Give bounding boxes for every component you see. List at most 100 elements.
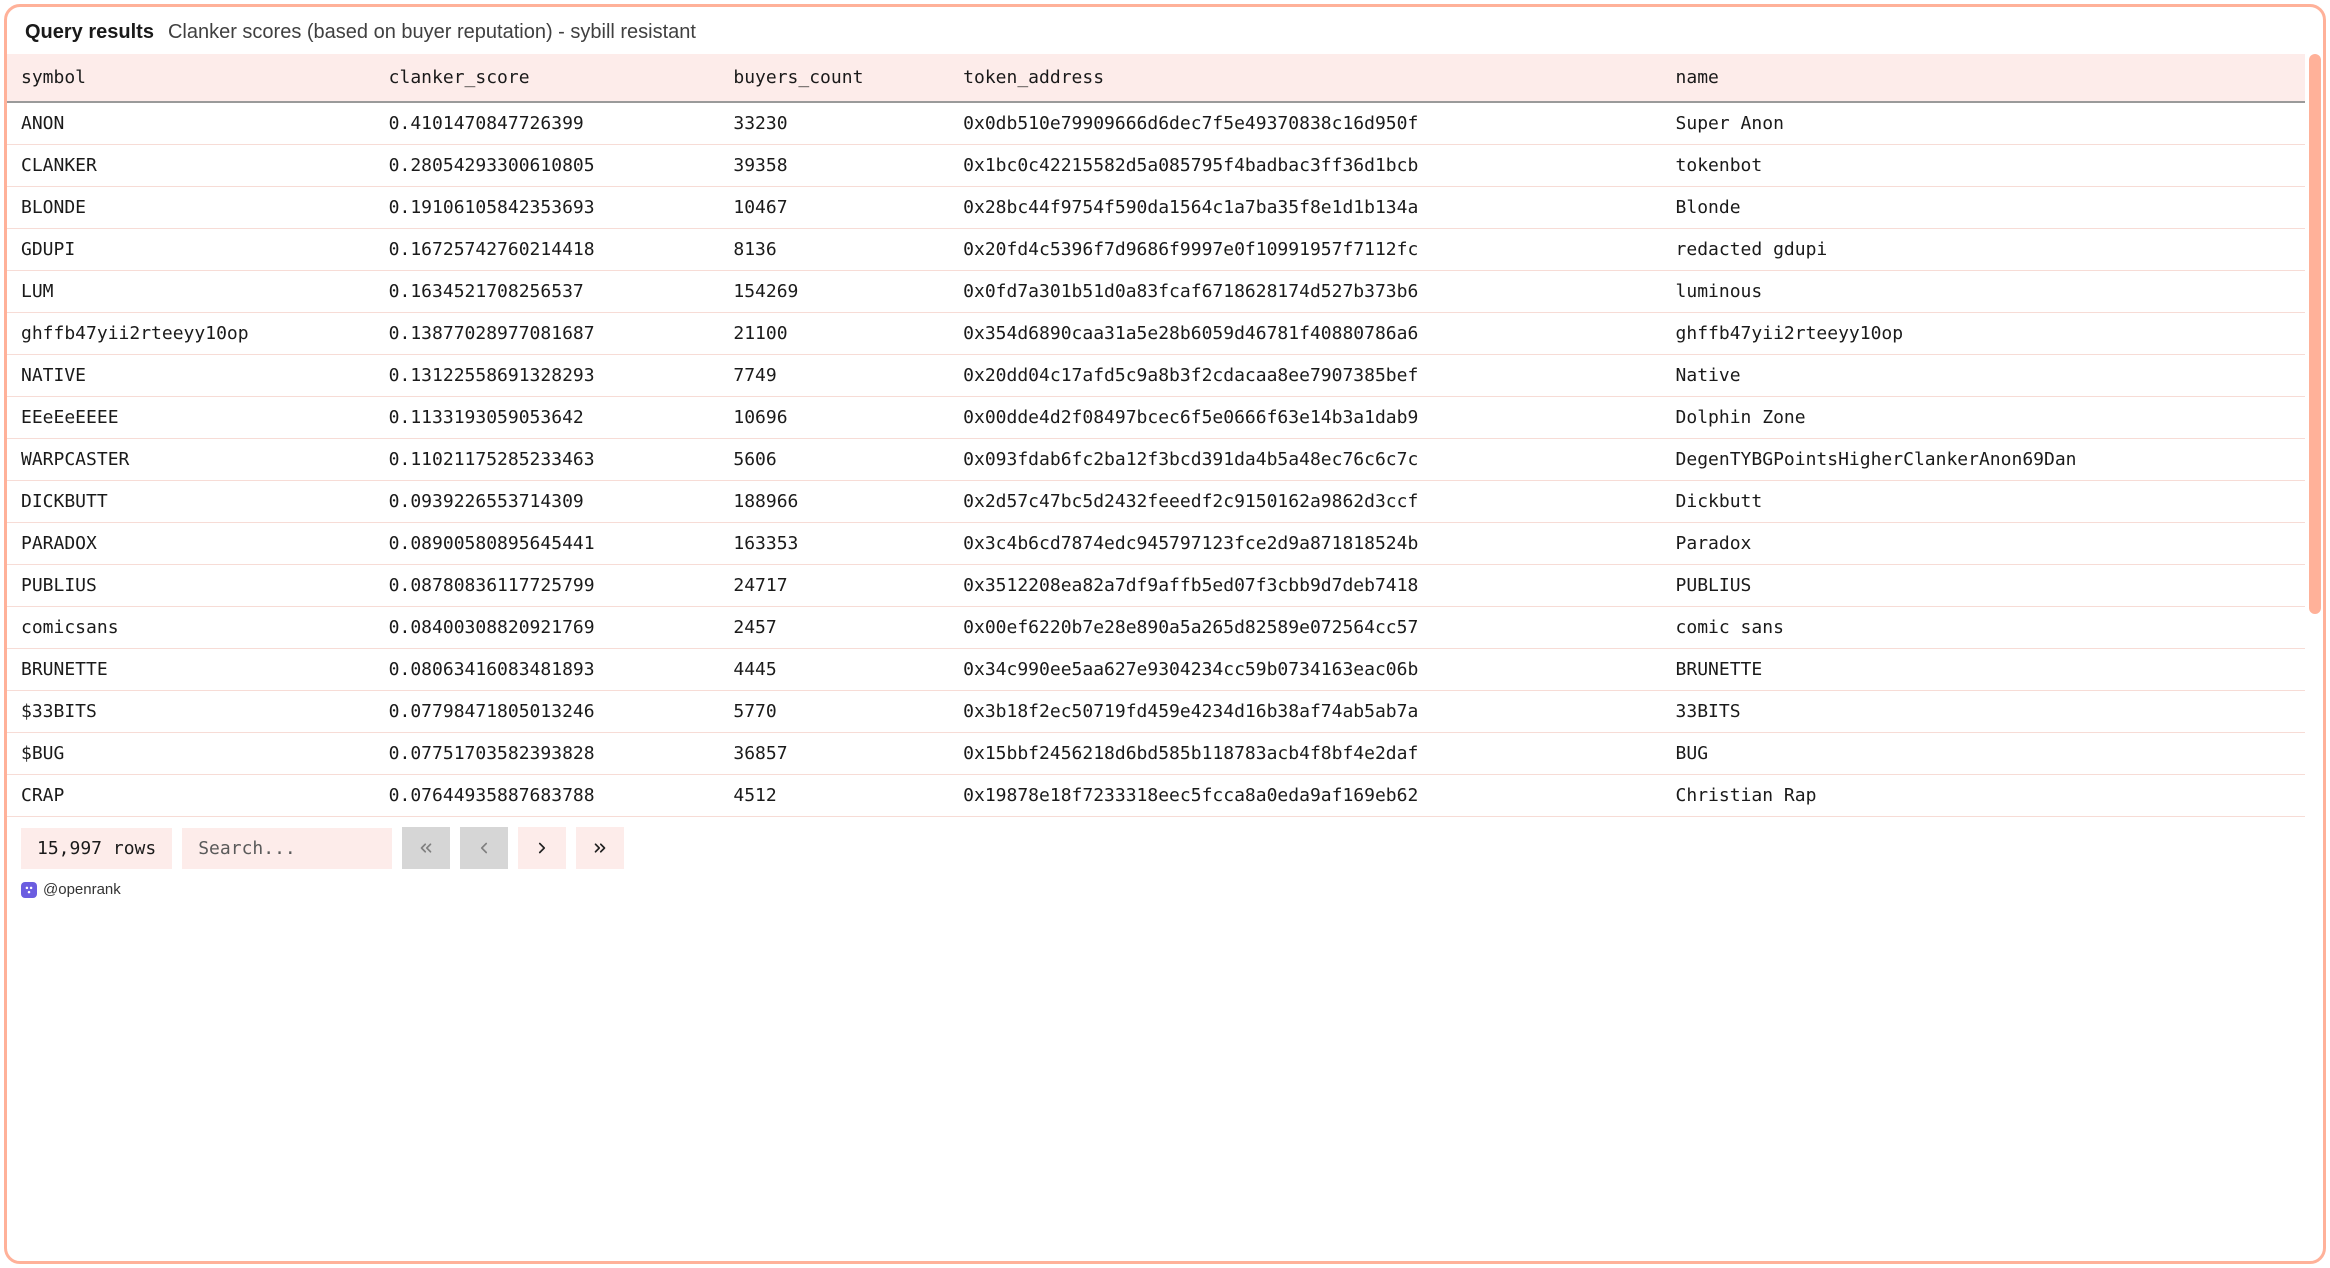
table-row[interactable]: LUM0.16345217082565371542690x0fd7a301b51…: [7, 271, 2305, 313]
cell-clanker_score: 0.11021175285233463: [375, 439, 720, 481]
cell-buyers_count: 154269: [719, 271, 949, 313]
cell-name: DegenTYBGPointsHigherClankerAnon69Dan: [1662, 439, 2305, 481]
table-row[interactable]: NATIVE0.1312255869132829377490x20dd04c17…: [7, 355, 2305, 397]
pager-next-button[interactable]: [518, 827, 566, 869]
credit-line: @openrank: [7, 875, 2323, 910]
cell-name: luminous: [1662, 271, 2305, 313]
table-row[interactable]: CRAP0.0764493588768378845120x19878e18f72…: [7, 775, 2305, 817]
table-container: symbol clanker_score buyers_count token_…: [7, 54, 2323, 817]
chevrons-left-icon: [417, 839, 435, 857]
cell-buyers_count: 10467: [719, 187, 949, 229]
cell-clanker_score: 0.13122558691328293: [375, 355, 720, 397]
cell-symbol: CLANKER: [7, 145, 375, 187]
cell-buyers_count: 36857: [719, 733, 949, 775]
cell-token_address: 0x3512208ea82a7df9affb5ed07f3cbb9d7deb74…: [949, 565, 1661, 607]
table-row[interactable]: PARADOX0.089005808956454411633530x3c4b6c…: [7, 523, 2305, 565]
chevrons-right-icon: [591, 839, 609, 857]
table-row[interactable]: DICKBUTT0.09392265537143091889660x2d57c4…: [7, 481, 2305, 523]
cell-name: tokenbot: [1662, 145, 2305, 187]
panel-subtitle: Clanker scores (based on buyer reputatio…: [168, 21, 696, 44]
col-header-clanker-score[interactable]: clanker_score: [375, 54, 720, 102]
table-row[interactable]: $BUG0.07751703582393828368570x15bbf24562…: [7, 733, 2305, 775]
cell-clanker_score: 0.28054293300610805: [375, 145, 720, 187]
cell-clanker_score: 0.4101470847726399: [375, 102, 720, 145]
credit-handle[interactable]: @openrank: [43, 881, 121, 898]
col-header-buyers-count[interactable]: buyers_count: [719, 54, 949, 102]
cell-symbol: GDUPI: [7, 229, 375, 271]
table-row[interactable]: EEeEeEEEE0.1133193059053642106960x00dde4…: [7, 397, 2305, 439]
cell-name: Dolphin Zone: [1662, 397, 2305, 439]
cell-token_address: 0x34c990ee5aa627e9304234cc59b0734163eac0…: [949, 649, 1661, 691]
cell-symbol: DICKBUTT: [7, 481, 375, 523]
table-header-row: symbol clanker_score buyers_count token_…: [7, 54, 2305, 102]
cell-clanker_score: 0.07644935887683788: [375, 775, 720, 817]
col-header-name[interactable]: name: [1662, 54, 2305, 102]
table-row[interactable]: BRUNETTE0.0806341608348189344450x34c990e…: [7, 649, 2305, 691]
panel-title: Query results: [25, 21, 154, 44]
search-input[interactable]: [182, 828, 392, 869]
cell-buyers_count: 8136: [719, 229, 949, 271]
table-row[interactable]: ANON0.4101470847726399332300x0db510e7990…: [7, 102, 2305, 145]
table-row[interactable]: CLANKER0.28054293300610805393580x1bc0c42…: [7, 145, 2305, 187]
table-row[interactable]: PUBLIUS0.08780836117725799247170x3512208…: [7, 565, 2305, 607]
table-row[interactable]: $33BITS0.0779847180501324657700x3b18f2ec…: [7, 691, 2305, 733]
pager-last-button[interactable]: [576, 827, 624, 869]
cell-name: 33BITS: [1662, 691, 2305, 733]
cell-token_address: 0x19878e18f7233318eec5fcca8a0eda9af169eb…: [949, 775, 1661, 817]
cell-symbol: LUM: [7, 271, 375, 313]
cell-symbol: NATIVE: [7, 355, 375, 397]
cell-token_address: 0x00dde4d2f08497bcec6f5e0666f63e14b3a1da…: [949, 397, 1661, 439]
cell-clanker_score: 0.07798471805013246: [375, 691, 720, 733]
cell-buyers_count: 10696: [719, 397, 949, 439]
scrollbar[interactable]: [2309, 54, 2321, 614]
cell-clanker_score: 0.0939226553714309: [375, 481, 720, 523]
cell-buyers_count: 2457: [719, 607, 949, 649]
cell-clanker_score: 0.1634521708256537: [375, 271, 720, 313]
cell-name: redacted gdupi: [1662, 229, 2305, 271]
cell-clanker_score: 0.16725742760214418: [375, 229, 720, 271]
cell-clanker_score: 0.1133193059053642: [375, 397, 720, 439]
cell-clanker_score: 0.08780836117725799: [375, 565, 720, 607]
cell-token_address: 0x20dd04c17afd5c9a8b3f2cdacaa8ee7907385b…: [949, 355, 1661, 397]
table-footer: 15,997 rows: [7, 817, 2323, 875]
query-results-panel: Query results Clanker scores (based on b…: [4, 4, 2326, 1264]
table-body: ANON0.4101470847726399332300x0db510e7990…: [7, 102, 2305, 817]
cell-symbol: ghffb47yii2rteeyy10op: [7, 313, 375, 355]
cell-buyers_count: 39358: [719, 145, 949, 187]
chevron-left-icon: [475, 839, 493, 857]
cell-buyers_count: 7749: [719, 355, 949, 397]
table-row[interactable]: ghffb47yii2rteeyy10op0.13877028977081687…: [7, 313, 2305, 355]
panel-header: Query results Clanker scores (based on b…: [7, 7, 2323, 54]
results-table: symbol clanker_score buyers_count token_…: [7, 54, 2305, 817]
cell-token_address: 0x0fd7a301b51d0a83fcaf6718628174d527b373…: [949, 271, 1661, 313]
cell-token_address: 0x0db510e79909666d6dec7f5e49370838c16d95…: [949, 102, 1661, 145]
cell-token_address: 0x3b18f2ec50719fd459e4234d16b38af74ab5ab…: [949, 691, 1661, 733]
cell-clanker_score: 0.08400308820921769: [375, 607, 720, 649]
cell-token_address: 0x1bc0c42215582d5a085795f4badbac3ff36d1b…: [949, 145, 1661, 187]
cell-clanker_score: 0.19106105842353693: [375, 187, 720, 229]
pager-first-button[interactable]: [402, 827, 450, 869]
scrollbar-thumb[interactable]: [2309, 54, 2321, 614]
cell-buyers_count: 4445: [719, 649, 949, 691]
cell-symbol: $33BITS: [7, 691, 375, 733]
col-header-token-address[interactable]: token_address: [949, 54, 1661, 102]
cell-token_address: 0x2d57c47bc5d2432feeedf2c9150162a9862d3c…: [949, 481, 1661, 523]
table-row[interactable]: GDUPI0.1672574276021441881360x20fd4c5396…: [7, 229, 2305, 271]
col-header-symbol[interactable]: symbol: [7, 54, 375, 102]
cell-symbol: PUBLIUS: [7, 565, 375, 607]
pager-prev-button[interactable]: [460, 827, 508, 869]
cell-clanker_score: 0.07751703582393828: [375, 733, 720, 775]
cell-name: Paradox: [1662, 523, 2305, 565]
table-row[interactable]: comicsans0.0840030882092176924570x00ef62…: [7, 607, 2305, 649]
cell-buyers_count: 163353: [719, 523, 949, 565]
cell-name: Dickbutt: [1662, 481, 2305, 523]
cell-symbol: PARADOX: [7, 523, 375, 565]
table-row[interactable]: BLONDE0.19106105842353693104670x28bc44f9…: [7, 187, 2305, 229]
cell-token_address: 0x15bbf2456218d6bd585b118783acb4f8bf4e2d…: [949, 733, 1661, 775]
table-row[interactable]: WARPCASTER0.1102117528523346356060x093fd…: [7, 439, 2305, 481]
cell-buyers_count: 5770: [719, 691, 949, 733]
cell-name: ghffb47yii2rteeyy10op: [1662, 313, 2305, 355]
cell-symbol: EEeEeEEEE: [7, 397, 375, 439]
cell-name: Blonde: [1662, 187, 2305, 229]
cell-name: comic sans: [1662, 607, 2305, 649]
